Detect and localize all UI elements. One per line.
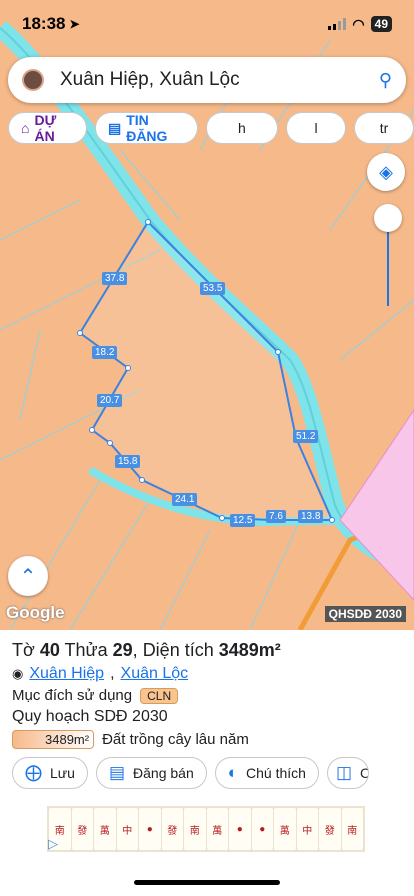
chip-label: h: [238, 120, 246, 136]
add-doc-icon: ⨁: [25, 763, 42, 782]
location-arrow-icon: ➤: [69, 17, 80, 31]
purpose-label: Mục đích sử dụng: [12, 687, 133, 704]
layers-button[interactable]: ◈: [367, 153, 405, 191]
segment-label: 51.2: [293, 430, 319, 443]
area-value: 3489m²: [218, 640, 281, 660]
tile: 萬: [274, 808, 296, 850]
chip-tr[interactable]: tr: [354, 112, 414, 144]
segment-label: 20.7: [97, 394, 123, 407]
tile: 中: [296, 808, 318, 850]
segment-label: 24.1: [172, 493, 198, 506]
tile: 南: [341, 808, 363, 850]
save-label: Lưu: [50, 765, 75, 781]
camera-label: Ch: [360, 765, 368, 781]
list-icon: ▤: [107, 119, 122, 136]
plan-desc: Đất trồng cây lâu năm: [102, 731, 249, 748]
chip-label: DỰ ÁN: [34, 112, 57, 144]
plan-label: Quy hoạch SDĐ 2030: [12, 708, 168, 725]
thua-label: Thửa: [64, 640, 108, 660]
chip-row: ⌂ DỰ ÁN ▤ TIN ĐĂNG h l tr: [8, 112, 414, 144]
location-row: ◉ Xuân Hiệp, Xuân Lộc: [12, 665, 189, 683]
legend-label: Chú thích: [246, 765, 306, 781]
segment-label: 15.8: [115, 455, 141, 468]
plan-row: Quy hoạch SDĐ 2030: [12, 708, 402, 726]
map-view[interactable]: 37.8 53.5 18.2 20.7 15.8 51.2 24.1 12.5 …: [0, 0, 414, 630]
contrast-icon: ◐: [227, 763, 239, 782]
thua-value: 29: [112, 640, 133, 660]
tile: ●: [251, 808, 273, 850]
tile: 發: [71, 808, 93, 850]
chip-label: TIN ĐĂNG: [126, 112, 168, 144]
home-indicator[interactable]: [134, 880, 280, 885]
tile: 萬: [94, 808, 116, 850]
post-sale-label: Đăng bán: [133, 765, 194, 781]
search-bar[interactable]: Xuân Hiệp, Xuân Lộc ⚲: [8, 57, 406, 103]
segment-label: 53.5: [200, 282, 226, 295]
segment-label: 18.2: [92, 346, 118, 359]
tile: ●: [139, 808, 161, 850]
purpose-row: Mục đích sử dụng CLN: [12, 687, 402, 704]
action-row: ⨁ Lưu ▤ Đăng bán ◐ Chú thích ◫ Ch: [12, 757, 369, 789]
house-icon: ⌂: [21, 120, 30, 136]
chip-du-an[interactable]: ⌂ DỰ ÁN: [8, 112, 87, 144]
ad-banner[interactable]: 南 發 萬 中 ● 發 南 萬 ● ● 萬 中 發 南 ▷: [0, 798, 414, 862]
search-icon[interactable]: ⚲: [379, 70, 392, 91]
camera-icon: ◫: [335, 763, 353, 782]
listing-icon: ▤: [108, 763, 126, 782]
purpose-tag: CLN: [140, 687, 179, 704]
avatar[interactable]: [22, 69, 44, 91]
segment-label: 13.8: [298, 510, 324, 523]
tile: 發: [319, 808, 341, 850]
to-label: Tờ: [12, 640, 35, 660]
segment-label: 12.5: [230, 514, 256, 527]
layers-icon: ◈: [379, 161, 393, 182]
opacity-slider-knob[interactable]: [374, 204, 402, 232]
chip-label: l: [314, 120, 318, 136]
tile: 萬: [206, 808, 228, 850]
save-button[interactable]: ⨁ Lưu: [12, 757, 88, 789]
ad-choices-icon[interactable]: ▷: [48, 836, 58, 852]
ward-link[interactable]: Xuân Hiệp: [29, 665, 104, 683]
status-bar: 18:38 ➤ ◠ 49: [0, 0, 414, 48]
to-value: 40: [39, 640, 60, 660]
overlay-label: QHSDĐ 2030: [324, 606, 406, 622]
signal-icon: [328, 18, 347, 30]
wifi-icon: ◠: [352, 15, 365, 32]
chip-label: tr: [379, 120, 389, 136]
plan-detail-row: 3489m² Đất trồng cây lâu năm: [12, 730, 402, 749]
area-label: Diện tích: [142, 640, 214, 660]
chip-tin-dang[interactable]: ▤ TIN ĐĂNG: [94, 112, 198, 144]
district-link[interactable]: Xuân Lộc: [121, 665, 189, 683]
status-time: 18:38: [22, 14, 66, 33]
post-sale-button[interactable]: ▤ Đăng bán: [95, 757, 207, 789]
segment-label: 7.6: [266, 510, 286, 523]
legend-button[interactable]: ◐ Chú thích: [214, 757, 319, 789]
google-logo: Google: [6, 603, 65, 622]
tile: 中: [116, 808, 138, 850]
camera-button[interactable]: ◫ Ch: [326, 757, 369, 789]
tile: 南: [184, 808, 206, 850]
segment-label: 37.8: [102, 272, 128, 285]
pink-zone: [339, 409, 414, 601]
chip-l[interactable]: l: [286, 112, 347, 144]
chip-h[interactable]: h: [205, 112, 279, 144]
tile: ●: [229, 808, 251, 850]
tile: 發: [161, 808, 183, 850]
collapse-button[interactable]: ⌃: [8, 556, 48, 596]
chevron-up-icon: ⌃: [19, 565, 37, 588]
plan-area-badge: 3489m²: [12, 730, 95, 749]
battery-icon: 49: [370, 16, 392, 32]
mahjong-ad-image[interactable]: 南 發 萬 中 ● 發 南 萬 ● ● 萬 中 發 南: [47, 806, 365, 852]
search-query[interactable]: Xuân Hiệp, Xuân Lộc: [60, 69, 379, 91]
parcel-title: Tờ 40 Thửa 29, Diện tích 3489m²: [12, 640, 281, 660]
pin-icon: ◉: [12, 666, 24, 681]
